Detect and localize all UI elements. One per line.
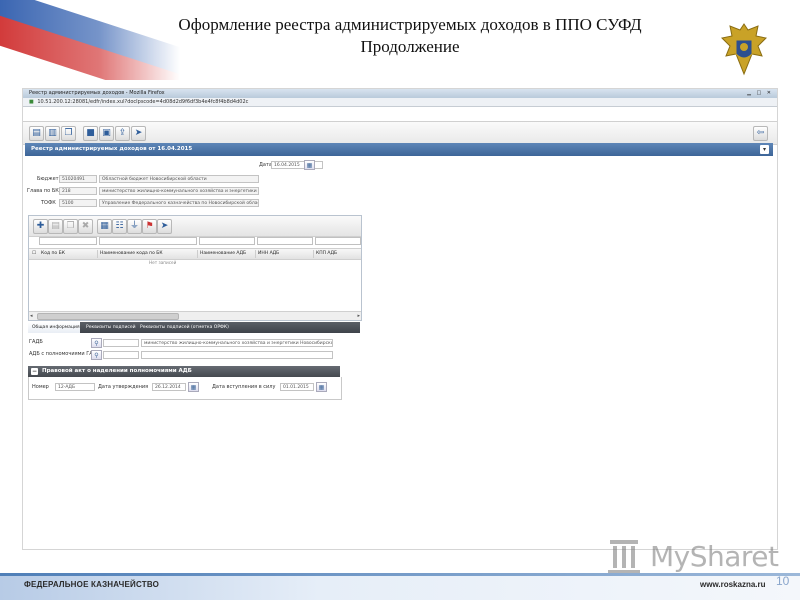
income-codes-grid: ✚ ▤ ❐ ✖ ▦ ☷ ⏚ ⚑ ➤ ☐ Код по БК Наименован…: [28, 215, 362, 321]
calendar-icon[interactable]: ▦: [304, 160, 315, 170]
tab-signatures[interactable]: Реквизиты подписей: [82, 322, 140, 333]
column-kpp-adb[interactable]: КПП АДБ: [316, 249, 337, 259]
tofk-label: ТОФК: [41, 200, 56, 206]
date-label: Дата: [259, 162, 272, 168]
grid-empty-text: Нет записей: [149, 260, 177, 265]
legal-act-section-body: Номер 12-АДБ Дата утверждения 26.12.2014…: [28, 377, 342, 400]
clear-filter-icon[interactable]: ⚑: [142, 219, 157, 234]
legal-act-section-header[interactable]: − Правовой акт о наделении полномочиями …: [28, 366, 340, 377]
tab-general-info[interactable]: Общая информация: [28, 322, 80, 333]
view-icon[interactable]: ▦: [97, 219, 112, 234]
slide-title: Оформление реестра администрируемых дохо…: [120, 14, 700, 58]
budget-name-field: Областной бюджет Новосибирской области: [99, 175, 259, 183]
filter-icon[interactable]: ⏚: [127, 219, 142, 234]
treasury-emblem-icon: [720, 23, 768, 76]
tofk-code-field[interactable]: 5100: [59, 199, 97, 207]
copy-row-icon[interactable]: ❐: [63, 219, 78, 234]
panel-header: Реестр администрируемых доходов от 16.04…: [25, 143, 773, 156]
filter-name-adb[interactable]: [199, 237, 255, 245]
glava-code-field[interactable]: 218: [59, 187, 97, 195]
grid-export-icon[interactable]: ➤: [157, 219, 172, 234]
approval-date-field[interactable]: 26.12.2014: [152, 383, 186, 391]
gadb-code-field[interactable]: [103, 339, 139, 347]
browser-url: 10.51.200.12:28081/edfr/index.xul?docIps…: [37, 99, 249, 105]
tofk-name-field: Управление Федерального казначейства по …: [99, 199, 259, 207]
date-field[interactable]: 16.04.2015: [271, 161, 323, 169]
gadb-label: ГАДБ: [29, 339, 43, 345]
footer-organization: ФЕДЕРАЛЬНОЕ КАЗНАЧЕЙСТВО: [24, 580, 160, 589]
grid-horizontal-scrollbar[interactable]: ◂ ▸: [29, 311, 361, 320]
budget-code-field[interactable]: 51020491: [59, 175, 97, 183]
filter-name-kod-bk[interactable]: [99, 237, 197, 245]
watermark-icon: [608, 540, 640, 574]
number-label: Номер: [32, 384, 49, 390]
main-toolbar: ▤ ▥ ❐ ■ ▣ ⇪ ➤ ⇦: [23, 121, 777, 145]
window-controls[interactable]: ▁ □ ✕: [747, 90, 773, 97]
edit-document-icon[interactable]: ▥: [45, 126, 60, 141]
column-name-kod-bk[interactable]: Наименование кода по БК: [100, 249, 163, 259]
save-icon[interactable]: ■: [83, 126, 98, 141]
scrollbar-thumb[interactable]: [37, 313, 179, 320]
column-name-adb[interactable]: Наименование АДБ: [200, 249, 246, 259]
application-screenshot: Реестр администрируемых доходов - Mozill…: [22, 88, 778, 550]
detail-tabs: Общая информация Реквизиты подписей Рекв…: [28, 322, 360, 333]
slide-footer: ФЕДЕРАЛЬНОЕ КАЗНАЧЕЙСТВО www.roskazna.ru: [0, 573, 800, 600]
adb-lookup-icon[interactable]: ⚲: [91, 350, 102, 360]
send-icon[interactable]: ➤: [131, 126, 146, 141]
slide-title-line1: Оформление реестра администрируемых дохо…: [178, 15, 642, 34]
watermark-logo: MySharet: [604, 536, 784, 576]
gadb-name-field: министерство жилищно-коммунального хозяй…: [141, 339, 333, 347]
approval-date-label: Дата утверждения: [98, 384, 149, 390]
export-icon[interactable]: ⇪: [115, 126, 130, 141]
effective-date-field[interactable]: 01.01.2015: [280, 383, 314, 391]
slide-title-line2: Продолжение: [360, 37, 460, 56]
approval-calendar-icon[interactable]: ▦: [188, 382, 199, 392]
collapse-icon[interactable]: −: [31, 368, 38, 375]
grid-header: ☐ Код по БК Наименование кода по БК Наим…: [29, 248, 361, 260]
exit-icon[interactable]: ⇦: [753, 126, 768, 141]
budget-label: Бюджет: [37, 176, 59, 182]
effective-calendar-icon[interactable]: ▦: [316, 382, 327, 392]
scroll-left-icon[interactable]: ◂: [30, 312, 33, 320]
glava-label: Глава по БК: [27, 188, 59, 194]
browser-title-bar: Реестр администрируемых доходов - Mozill…: [23, 89, 777, 98]
table-settings-icon[interactable]: ☷: [112, 219, 127, 234]
watermark-text: MySharet: [650, 540, 779, 573]
adb-label: АДБ с полномочиями ГАДБ: [29, 351, 100, 357]
effective-date-label: Дата вступления в силу: [212, 384, 276, 390]
footer-website[interactable]: www.roskazna.ru: [700, 580, 766, 589]
legal-act-title: Правовой акт о наделении полномочиями АД…: [42, 368, 192, 374]
grid-toolbar: ✚ ▤ ❐ ✖ ▦ ☷ ⏚ ⚑ ➤: [29, 216, 361, 237]
filter-kpp-adb[interactable]: [315, 237, 361, 245]
delete-row-icon[interactable]: ✖: [78, 219, 93, 234]
collapse-arrow-icon[interactable]: ▾: [760, 145, 769, 154]
filter-kod-bk[interactable]: [39, 237, 97, 245]
browser-address-bar[interactable]: ■ 10.51.200.12:28081/edfr/index.xul?docI…: [23, 98, 777, 107]
edit-row-icon[interactable]: ▤: [48, 219, 63, 234]
column-kod-bk[interactable]: Код по БК: [41, 249, 65, 259]
panel-title: Реестр администрируемых доходов от 16.04…: [31, 146, 193, 152]
browser-window-title: Реестр администрируемых доходов - Mozill…: [29, 90, 165, 96]
adb-code-field[interactable]: [103, 351, 139, 359]
number-field[interactable]: 12-АДБ: [55, 383, 95, 391]
copy-document-icon[interactable]: ❐: [61, 126, 76, 141]
add-row-icon[interactable]: ✚: [33, 219, 48, 234]
adb-name-field: [141, 351, 333, 359]
glava-name-field: министерство жилищно-коммунального хозяй…: [99, 187, 259, 195]
column-inn-adb[interactable]: ИНН АДБ: [258, 249, 279, 259]
scroll-right-icon[interactable]: ▸: [357, 312, 360, 320]
filter-inn-adb[interactable]: [257, 237, 313, 245]
tab-signatures-orfk[interactable]: Реквизиты подписей (отметка ОРФК): [136, 322, 233, 333]
save-close-icon[interactable]: ▣: [99, 126, 114, 141]
page-icon: ■: [29, 99, 34, 105]
new-document-icon[interactable]: ▤: [29, 126, 44, 141]
page-number: 10: [776, 574, 790, 588]
select-all-checkbox[interactable]: ☐: [32, 249, 36, 259]
gadb-lookup-icon[interactable]: ⚲: [91, 338, 102, 348]
